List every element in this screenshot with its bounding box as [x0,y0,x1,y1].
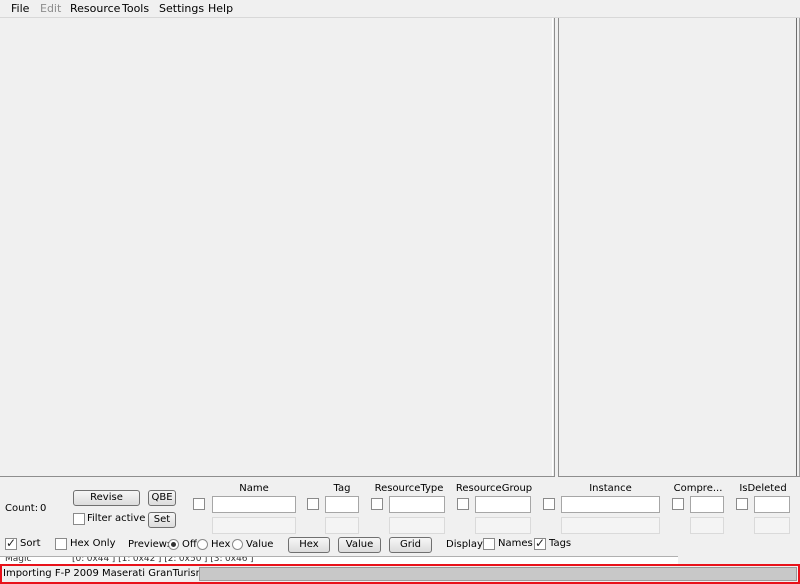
preview-off-radio[interactable] [168,539,179,550]
sort-label: Sort [20,538,41,549]
display-tags-checkbox[interactable] [534,536,546,550]
menu-help[interactable]: Help [208,2,233,15]
column-header-isdeleted: IsDeleted [739,483,787,494]
preview-pane[interactable] [558,18,800,477]
resourcetype-filter-input-2[interactable] [389,517,445,534]
resourcegroup-filter-input-2[interactable] [475,517,531,534]
status-text: Importing F-P 2009 Maserati GranTurismo.… [3,568,221,579]
name-filter-input-2[interactable] [212,517,296,534]
column-header-instance: Instance [589,483,632,494]
resource-list-pane[interactable] [0,18,555,477]
tag-filter-checkbox[interactable] [307,498,319,510]
magic-row: Magic [0:'0x44'] [1:'0x42'] [2:'0x50'] [… [0,556,678,564]
magic-value: [0:'0x44'] [1:'0x42'] [2:'0x50'] [3:'0x4… [72,556,254,564]
display-tags-label: Tags [549,538,572,549]
column-header-resourcetype: ResourceType [374,483,444,494]
compressed-filter-input[interactable] [690,496,724,513]
name-filter-checkbox[interactable] [193,498,205,510]
preview-off-label: Off [182,539,197,550]
menu-resource[interactable]: Resource [70,2,120,15]
display-label: Display: [446,539,486,550]
filter-active-checkbox[interactable] [73,513,85,525]
count-label: Count: [5,503,39,514]
preview-hex-label: Hex [211,539,231,550]
display-names-label: Names [498,538,533,549]
resourcegroup-filter-checkbox[interactable] [457,498,469,510]
menu-bar: File Edit Resource Tools Settings Help [0,0,800,18]
isdeleted-filter-input[interactable] [754,496,790,513]
tag-filter-input-2[interactable] [325,517,359,534]
column-header-resourcegroup: ResourceGroup [455,483,533,494]
name-filter-input[interactable] [212,496,296,513]
preview-value-radio[interactable] [232,539,243,550]
compressed-filter-checkbox[interactable] [672,498,684,510]
filter-active-label: Filter active [87,513,146,524]
display-names-checkbox[interactable] [483,538,495,550]
isdeleted-filter-checkbox[interactable] [736,498,748,510]
menu-settings[interactable]: Settings [159,2,204,15]
sort-checkbox[interactable] [5,536,17,550]
import-progress-bar [199,567,797,581]
instance-filter-input-2[interactable] [561,517,660,534]
hex-button[interactable]: Hex [288,537,330,553]
column-header-compressed: Compre... [673,483,723,494]
menu-edit[interactable]: Edit [40,2,61,15]
tag-filter-input[interactable] [325,496,359,513]
hex-only-checkbox[interactable] [55,538,67,550]
revise-button[interactable]: Revise [73,490,140,506]
compressed-filter-input-2[interactable] [690,517,724,534]
menu-tools[interactable]: Tools [122,2,149,15]
instance-filter-input[interactable] [561,496,660,513]
menu-file[interactable]: File [11,2,29,15]
grid-button[interactable]: Grid [389,537,432,553]
preview-label: Preview: [128,539,170,550]
isdeleted-filter-input-2[interactable] [754,517,790,534]
resourcetype-filter-input[interactable] [389,496,445,513]
set-button[interactable]: Set [148,512,176,528]
column-header-name: Name [239,483,269,494]
qbe-button[interactable]: QBE [148,490,176,506]
magic-label: Magic [5,556,32,564]
hex-only-label: Hex Only [70,538,116,549]
preview-value-label: Value [246,539,274,550]
count-value: 0 [40,503,47,514]
preview-hex-radio[interactable] [197,539,208,550]
column-header-tag: Tag [333,483,351,494]
value-button[interactable]: Value [338,537,381,553]
resourcegroup-filter-input[interactable] [475,496,531,513]
status-bar: Importing F-P 2009 Maserati GranTurismo.… [0,564,800,584]
instance-filter-checkbox[interactable] [543,498,555,510]
resourcetype-filter-checkbox[interactable] [371,498,383,510]
